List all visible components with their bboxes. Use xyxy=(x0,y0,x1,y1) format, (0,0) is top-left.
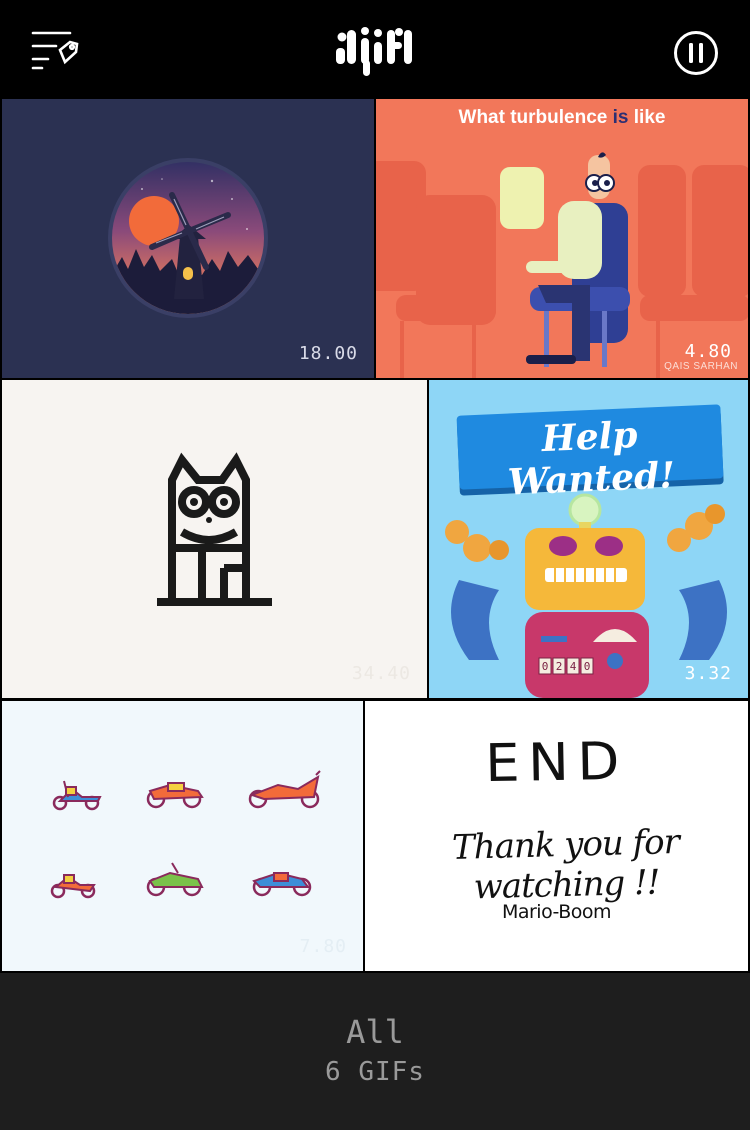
category-label: All xyxy=(346,1013,404,1051)
app-header xyxy=(0,0,750,97)
djif-logo xyxy=(330,24,420,80)
gif-duration: 3.32 xyxy=(684,663,732,684)
gif-count: 6 GIFs xyxy=(325,1057,425,1087)
gif-tile-motorbikes[interactable]: 7.80 xyxy=(2,701,363,971)
author-signature: Mario-Boom xyxy=(501,901,612,923)
counter-digit: 0 xyxy=(584,660,591,673)
gif-duration: 34.40 xyxy=(351,663,411,684)
title-highlight: is xyxy=(612,107,629,128)
gif-tile-help-wanted[interactable]: 0 2 4 0 Help Wanted! 3.32 xyxy=(429,380,748,698)
counter-digit: 0 xyxy=(542,660,549,673)
counter-digit: 4 xyxy=(570,660,577,673)
gif-tile-end[interactable]: END Thank you for watching !! Mario-Boom xyxy=(365,701,748,971)
gif-credit: QAIS SARHAN xyxy=(664,361,738,372)
banner-text: Help Wanted! xyxy=(506,413,676,504)
gif-tile-turbulence[interactable]: What turbulence is like 4.80 QAIS SARHAN xyxy=(376,99,748,378)
title-part: like xyxy=(628,107,666,128)
help-wanted-banner: Help Wanted! xyxy=(456,404,724,504)
cat-line-illustration xyxy=(157,452,272,606)
menu-tag-icon[interactable] xyxy=(30,28,80,72)
motorbike-icons-illustration xyxy=(50,770,321,899)
thank-you-message: Thank you for watching !! xyxy=(451,822,680,908)
gif-duration: 4.80 xyxy=(684,341,732,362)
counter-digit: 2 xyxy=(556,660,563,673)
gif-duration: 18.00 xyxy=(298,343,358,364)
pause-circle-icon[interactable] xyxy=(673,30,719,76)
gif-title: What turbulence is like xyxy=(376,107,748,129)
category-footer[interactable]: All 6 GIFs xyxy=(0,973,750,1130)
windmill-illustration xyxy=(108,158,268,318)
airplane-passenger-illustration xyxy=(376,152,748,378)
gif-tile-cat[interactable]: 34.40 xyxy=(2,380,427,698)
end-heading: END xyxy=(484,731,629,795)
gif-tile-windmill[interactable]: 18.00 xyxy=(2,99,374,378)
logo-mark xyxy=(336,27,412,76)
title-part: What turbulence xyxy=(458,107,613,128)
gif-duration: 7.80 xyxy=(299,936,347,957)
